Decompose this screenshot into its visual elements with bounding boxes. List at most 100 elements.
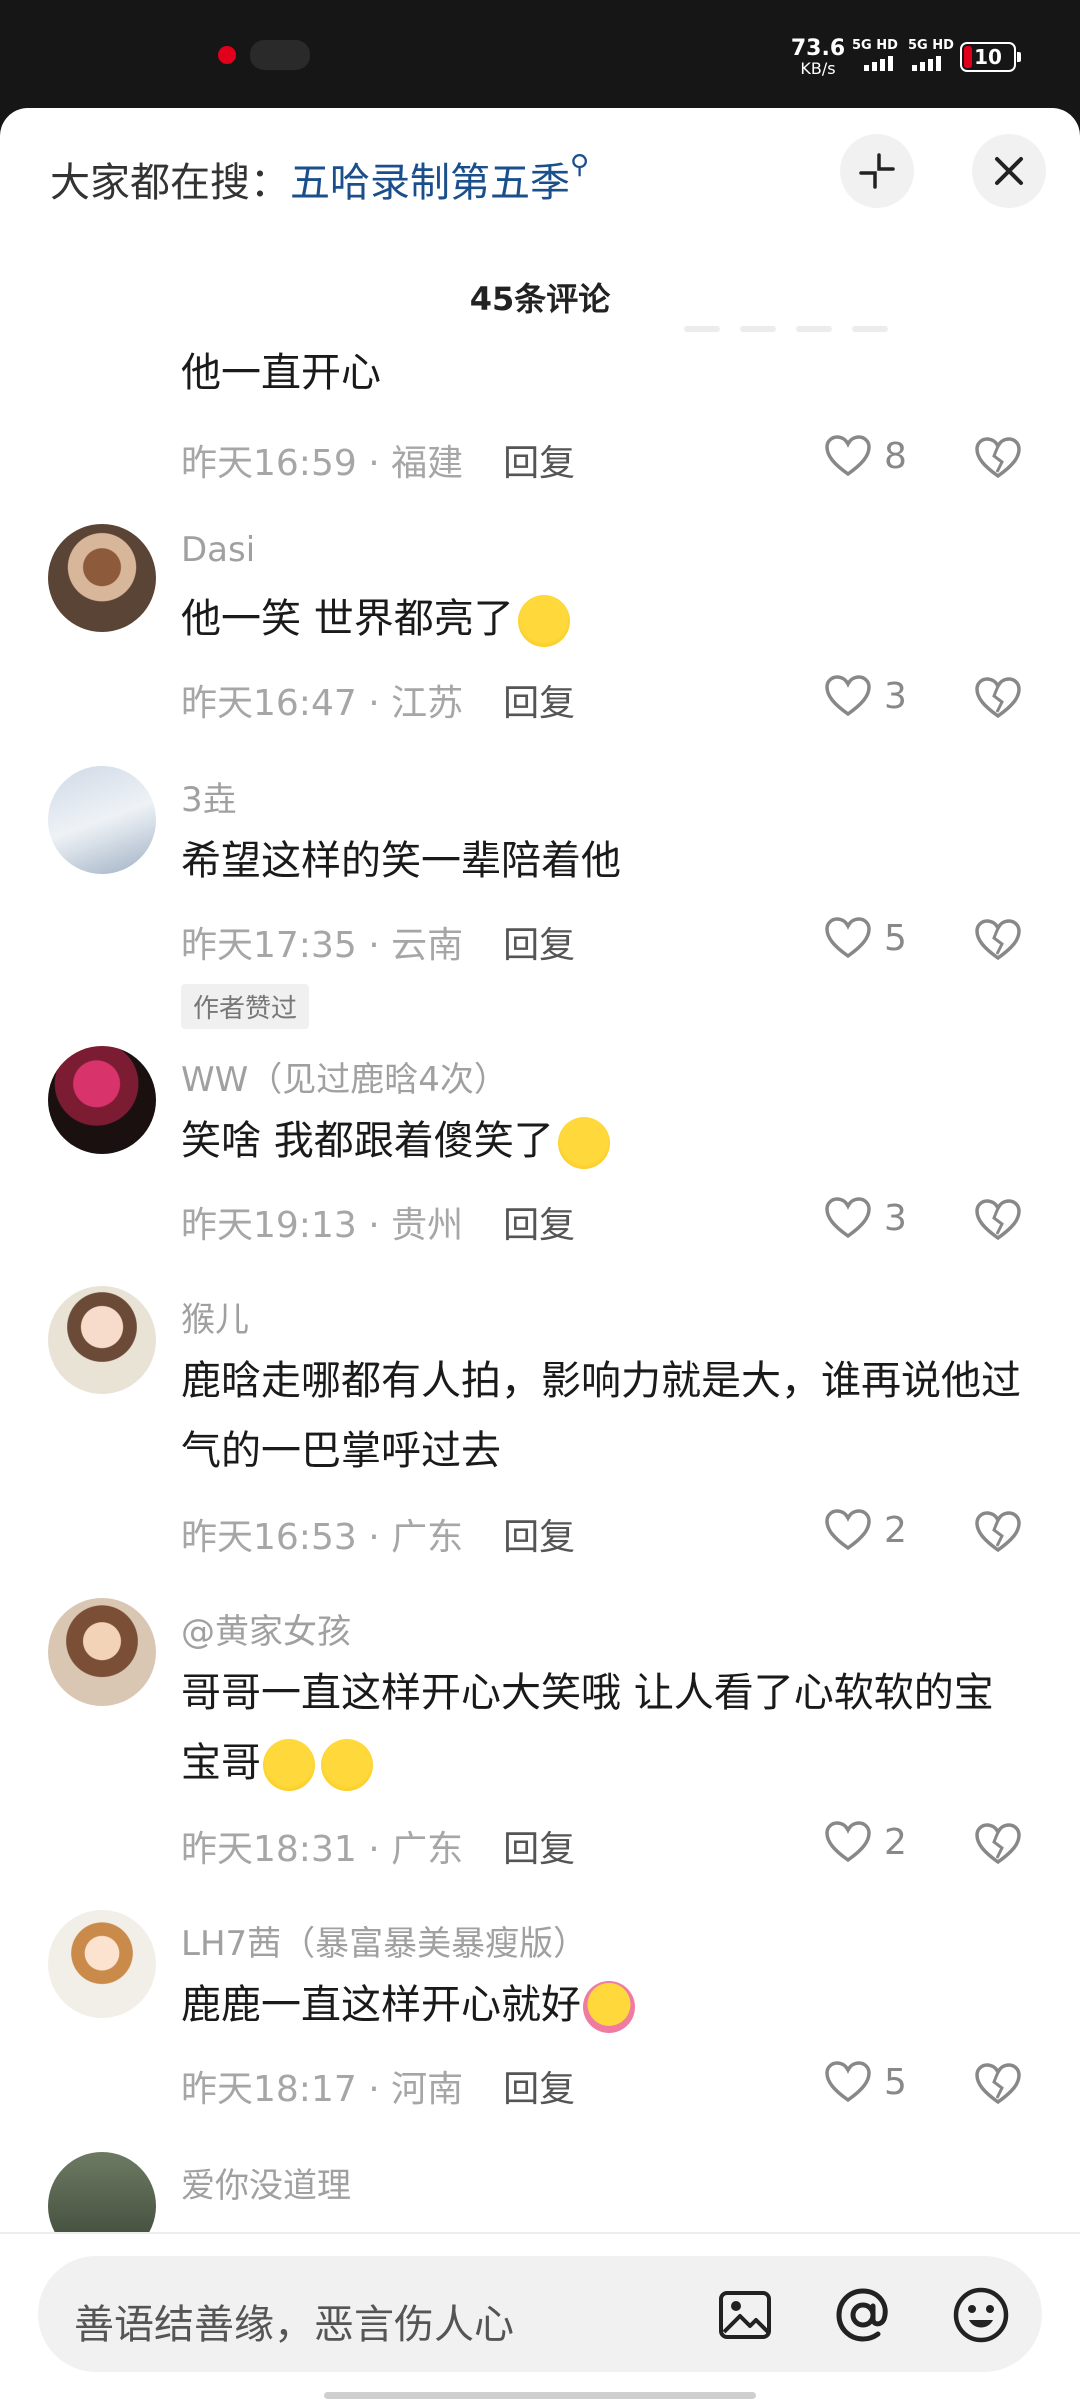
- comment-date: 昨天18:31: [181, 1829, 357, 1870]
- home-indicator: [324, 2392, 756, 2399]
- like-button[interactable]: 8: [824, 434, 907, 478]
- kissing-emoji-icon: [321, 1739, 373, 1791]
- avatar[interactable]: [48, 1598, 156, 1706]
- comment-date: 昨天16:59: [181, 443, 357, 484]
- dislike-icon[interactable]: [974, 676, 1022, 720]
- reply-button[interactable]: 回复: [503, 1829, 575, 1870]
- like-count: 5: [884, 2061, 907, 2103]
- like-count: 5: [884, 917, 907, 959]
- heart-icon: [825, 1821, 871, 1863]
- avatar[interactable]: [48, 1910, 156, 2018]
- reply-button[interactable]: 回复: [503, 925, 575, 966]
- like-button[interactable]: 3: [824, 674, 907, 718]
- comment-date: 昨天19:13: [181, 1205, 357, 1246]
- comment-meta: 昨天18:17 · 河南 回复: [181, 2069, 576, 2110]
- avatar[interactable]: [48, 1286, 156, 1394]
- heart-icon: [825, 2061, 871, 2103]
- comment-location: 云南: [391, 925, 464, 966]
- avatar[interactable]: [48, 766, 156, 874]
- trending-search[interactable]: 大家都在搜：五哈录制第五季⚲: [50, 150, 589, 208]
- comment-text: 鹿鹿一直这样开心就好: [181, 1970, 1021, 2040]
- like-count: 3: [884, 1197, 907, 1239]
- comment-location: 贵州: [391, 1205, 464, 1246]
- close-icon: [995, 157, 1023, 185]
- like-button[interactable]: 2: [824, 1820, 907, 1864]
- trending-search-prefix: 大家都在搜：: [50, 160, 290, 206]
- search-icon: ⚲: [570, 150, 590, 180]
- comment-location: 广东: [391, 1829, 464, 1870]
- comment-meta: 昨天17:35 · 云南 回复: [181, 925, 576, 966]
- comment-username[interactable]: 3垚: [181, 772, 237, 821]
- comment-date: 昨天16:47: [181, 683, 357, 724]
- comment-text: 他一直开心: [181, 350, 381, 396]
- hugging-emoji-icon: [583, 1981, 635, 2033]
- heart-icon: [825, 917, 871, 959]
- recording-indicator: [218, 46, 236, 64]
- scroll-hint: [684, 326, 888, 332]
- close-button[interactable]: [972, 134, 1046, 208]
- battery-icon: 10: [960, 42, 1021, 72]
- comment-location: 广东: [391, 1517, 464, 1558]
- comment-sheet: 大家都在搜：五哈录制第五季⚲ 45条评论 他一直开心 昨天16:59 · 福建回…: [0, 108, 1080, 2400]
- comment-username[interactable]: @黄家女孩: [181, 1604, 351, 1653]
- comment-text: 哥哥一直这样开心大笑哦 让人看了心软软的宝宝哥: [181, 1658, 1021, 1798]
- comment-username[interactable]: WW（见过鹿晗4次）: [181, 1052, 508, 1101]
- comment-username[interactable]: 爱你没道理: [181, 2158, 351, 2207]
- reply-button[interactable]: 回复: [503, 443, 575, 484]
- at-icon[interactable]: [834, 2286, 892, 2344]
- comment-meta: 昨天16:47 · 江苏 回复: [181, 683, 576, 724]
- comment-meta: 昨天16:53 · 广东 回复: [181, 1517, 576, 1558]
- image-icon[interactable]: [718, 2290, 772, 2340]
- dislike-icon[interactable]: [974, 1198, 1022, 1242]
- kissing-emoji-icon: [263, 1739, 315, 1791]
- comment-input[interactable]: 善语结善缘，恶言伤人心: [38, 2256, 1042, 2372]
- comment-text: 希望这样的笑一辈陪着他: [181, 838, 621, 884]
- author-liked-badge: 作者赞过: [181, 984, 310, 1029]
- comment-text: 鹿晗走哪都有人拍，影响力就是大，谁再说他过气的一巴掌呼过去: [181, 1358, 1021, 1474]
- blurred-status-icon: [250, 40, 310, 70]
- comment-input-placeholder: 善语结善缘，恶言伤人心: [74, 2302, 514, 2348]
- collapse-button[interactable]: [840, 134, 914, 208]
- avatar[interactable]: [48, 1046, 156, 1154]
- dislike-icon[interactable]: [974, 1822, 1022, 1866]
- comment-date: 昨天16:53: [181, 1517, 357, 1558]
- sim2-signal-icon: [912, 56, 941, 71]
- dislike-icon[interactable]: [974, 1510, 1022, 1554]
- like-button[interactable]: 3: [824, 1196, 907, 1240]
- like-count: 8: [884, 435, 907, 477]
- comment-location: 福建: [391, 443, 464, 484]
- reply-button[interactable]: 回复: [503, 1517, 575, 1558]
- like-button[interactable]: 5: [824, 2060, 907, 2104]
- like-button[interactable]: 2: [824, 1508, 907, 1552]
- like-button[interactable]: 5: [824, 916, 907, 960]
- dislike-icon[interactable]: [974, 918, 1022, 962]
- comment-text: 笑啥 我都跟着傻笑了: [181, 1106, 1021, 1176]
- like-count: 2: [884, 1821, 907, 1863]
- heart-icon: [825, 1509, 871, 1551]
- trending-search-keyword[interactable]: 五哈录制第五季: [290, 160, 570, 206]
- comment-location: 河南: [391, 2069, 464, 2110]
- sim2-label: 5G HD: [908, 38, 954, 53]
- emoji-icon[interactable]: [952, 2286, 1010, 2344]
- avatar[interactable]: [48, 524, 156, 632]
- dislike-icon[interactable]: [974, 2062, 1022, 2106]
- comment-meta: 昨天19:13 · 贵州 回复: [181, 1205, 576, 1246]
- comment-text-content: 他一笑 世界都亮了: [181, 596, 514, 642]
- comment-date: 昨天18:17: [181, 2069, 357, 2110]
- heart-icon: [825, 675, 871, 717]
- reply-button[interactable]: 回复: [503, 683, 575, 724]
- comment-count: 45条评论: [469, 280, 611, 318]
- comment-username[interactable]: 猴儿: [181, 1292, 249, 1341]
- comment-text: 他一笑 世界都亮了: [181, 584, 1021, 654]
- dislike-icon[interactable]: [974, 436, 1022, 480]
- battery-level: 10: [974, 45, 1002, 69]
- like-count: 3: [884, 675, 907, 717]
- comment-meta: 昨天18:31 · 广东 回复: [181, 1829, 576, 1870]
- reply-button[interactable]: 回复: [503, 1205, 575, 1246]
- comment-username[interactable]: LH7茜（暴富暴美暴瘦版）: [181, 1916, 587, 1965]
- reply-button[interactable]: 回复: [503, 2069, 575, 2110]
- comment-username[interactable]: Dasi: [181, 530, 255, 570]
- status-bar: 73.6 KB/s 5G HD 5G HD 10: [0, 0, 1080, 110]
- network-speed: 73.6 KB/s: [788, 38, 848, 78]
- like-count: 2: [884, 1509, 907, 1551]
